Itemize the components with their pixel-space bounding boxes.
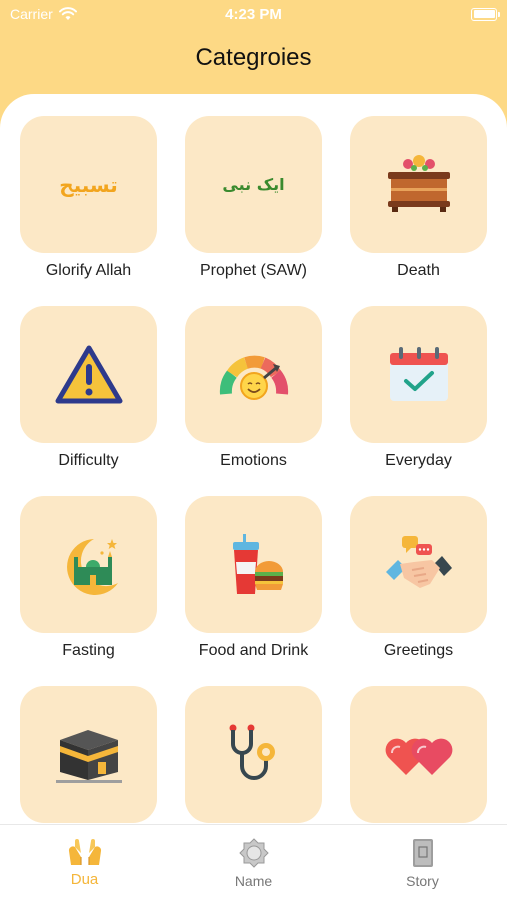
tab-name[interactable]: Name bbox=[194, 837, 314, 889]
hearts-icon bbox=[384, 729, 454, 781]
name-medallion-icon bbox=[238, 837, 270, 869]
category-prophet[interactable]: ایک نبی Prophet (SAW) bbox=[185, 116, 322, 306]
category-grid: تسبیح Glorify Allah ایک نبی Prophet (SAW… bbox=[20, 116, 487, 824]
category-label: Emotions bbox=[220, 452, 287, 469]
handshake-icon bbox=[384, 532, 454, 598]
category-greetings[interactable]: Greetings bbox=[350, 496, 487, 686]
tab-story[interactable]: Story bbox=[363, 837, 483, 889]
category-tile[interactable] bbox=[350, 686, 487, 823]
category-emotions[interactable]: Emotions bbox=[185, 306, 322, 496]
category-label: Death bbox=[397, 262, 440, 279]
status-bar: Carrier 4:23 PM bbox=[0, 0, 507, 28]
category-label: Prophet (SAW) bbox=[200, 262, 307, 279]
category-fasting[interactable]: Fasting bbox=[20, 496, 157, 686]
category-tile[interactable]: ایک نبی bbox=[185, 116, 322, 253]
category-tile[interactable] bbox=[20, 306, 157, 443]
category-tile[interactable] bbox=[185, 306, 322, 443]
status-time: 4:23 PM bbox=[225, 5, 282, 23]
category-tile[interactable] bbox=[185, 686, 322, 823]
category-tile[interactable] bbox=[185, 496, 322, 633]
tab-label: Name bbox=[234, 873, 273, 889]
category-tile[interactable]: تسبیح bbox=[20, 116, 157, 253]
tasbih-text-icon: تسبیح bbox=[59, 172, 118, 197]
category-tile[interactable] bbox=[350, 306, 487, 443]
category-tile[interactable] bbox=[20, 496, 157, 633]
quran-book-icon bbox=[410, 837, 436, 869]
tab-bar: Dua Name Story bbox=[0, 824, 507, 900]
tab-dua[interactable]: Dua bbox=[25, 837, 145, 888]
category-food-and-drink[interactable]: Food and Drink bbox=[185, 496, 322, 686]
category-everyday[interactable]: Everyday bbox=[350, 306, 487, 496]
kaaba-icon bbox=[54, 724, 124, 786]
ek-nabi-text-icon: ایک نبی bbox=[222, 175, 285, 194]
calendar-check-icon bbox=[386, 345, 452, 405]
category-tile[interactable] bbox=[20, 686, 157, 823]
category-tile[interactable] bbox=[350, 496, 487, 633]
category-death[interactable]: Death bbox=[350, 116, 487, 306]
category-label: Difficulty bbox=[58, 452, 119, 469]
category-kaaba[interactable] bbox=[20, 686, 157, 824]
categories-content[interactable]: تسبیح Glorify Allah ایک نبی Prophet (SAW… bbox=[0, 94, 507, 824]
category-health[interactable] bbox=[185, 686, 322, 824]
category-glorify-allah[interactable]: تسبیح Glorify Allah bbox=[20, 116, 157, 306]
coffin-icon bbox=[384, 154, 454, 216]
category-difficulty[interactable]: Difficulty bbox=[20, 306, 157, 496]
page-title: Categroies bbox=[195, 44, 312, 71]
tab-label: Dua bbox=[70, 871, 99, 888]
category-label: Fasting bbox=[62, 642, 115, 659]
stethoscope-icon bbox=[221, 722, 287, 788]
category-label: Glorify Allah bbox=[45, 262, 132, 279]
battery-icon bbox=[471, 7, 500, 21]
category-love[interactable] bbox=[350, 686, 487, 824]
warning-icon bbox=[54, 344, 124, 406]
drink-burger-icon bbox=[221, 532, 287, 598]
category-label: Everyday bbox=[385, 452, 452, 469]
crescent-mosque-icon bbox=[56, 533, 122, 597]
category-tile[interactable] bbox=[350, 116, 487, 253]
category-label: Greetings bbox=[383, 642, 454, 659]
category-label: Food and Drink bbox=[198, 642, 309, 659]
tab-label: Story bbox=[406, 873, 439, 889]
mood-meter-icon bbox=[218, 348, 290, 402]
praying-hands-icon bbox=[67, 837, 103, 867]
